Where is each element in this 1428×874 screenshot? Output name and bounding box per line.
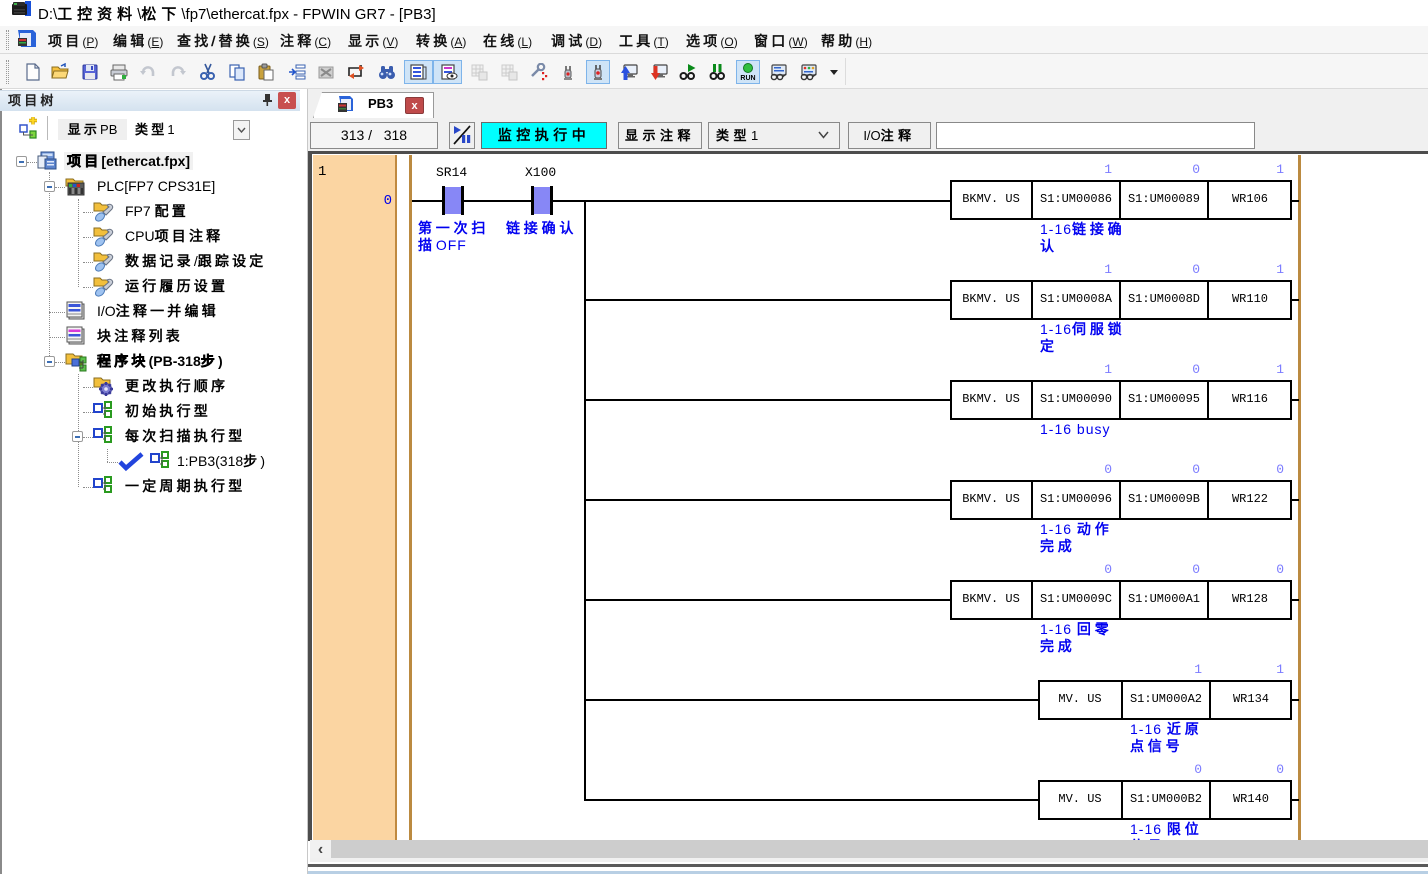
svg-text:RUN: RUN <box>740 75 755 81</box>
